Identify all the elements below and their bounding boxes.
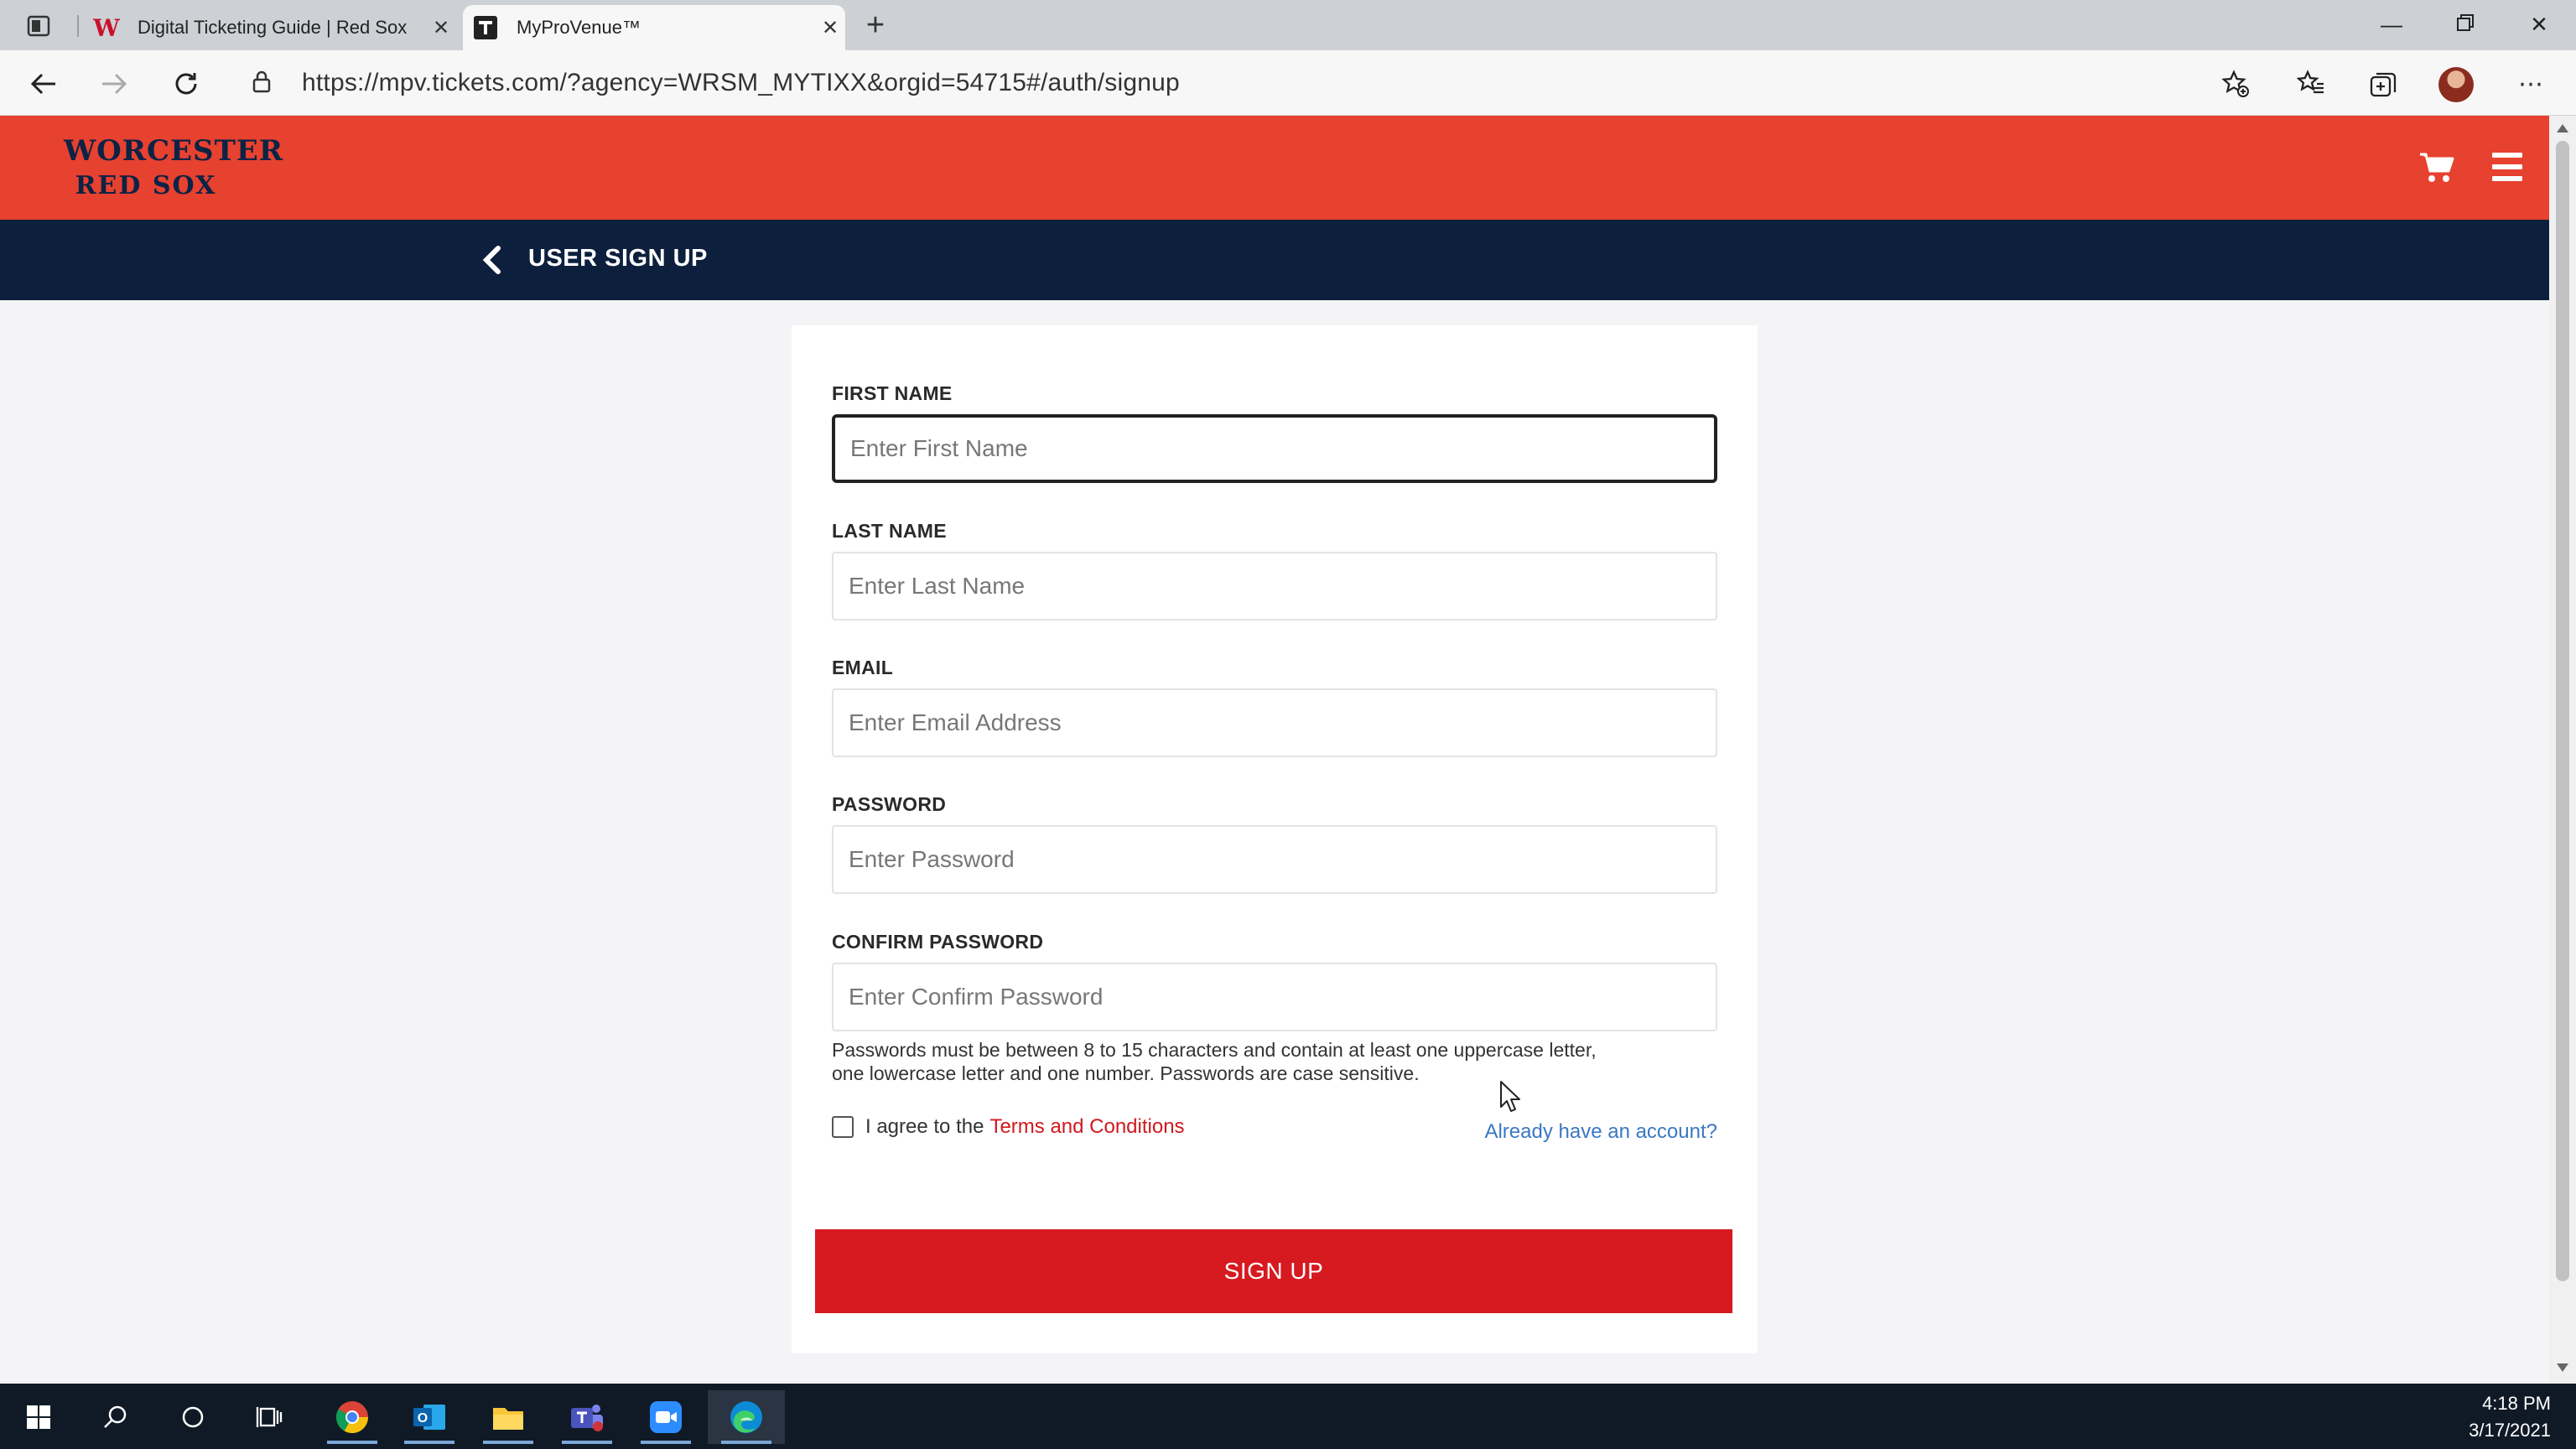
- agree-text: I agree to the: [865, 1115, 984, 1138]
- terms-link[interactable]: Terms and Conditions: [989, 1115, 1184, 1139]
- cart-icon[interactable]: [2418, 151, 2455, 184]
- password-help-line-1: Passwords must be between 8 to 15 charac…: [832, 1039, 1597, 1061]
- site-header: WORCESTER RED SOX: [0, 116, 2549, 220]
- already-have-account-link[interactable]: Already have an account?: [1484, 1120, 1717, 1144]
- scroll-up-arrow-icon[interactable]: [2557, 124, 2568, 132]
- file-explorer-icon[interactable]: [470, 1390, 547, 1444]
- tab-title: Digital Ticketing Guide | Red Sox: [138, 17, 408, 38]
- zoom-icon[interactable]: [627, 1390, 704, 1444]
- last-name-input[interactable]: [832, 552, 1717, 621]
- profile-avatar[interactable]: [2438, 67, 2474, 102]
- close-window-icon[interactable]: ✕: [2502, 5, 2576, 44]
- clock-time: 4:18 PM: [2482, 1393, 2551, 1414]
- task-view-icon[interactable]: [231, 1390, 309, 1444]
- mouse-cursor-icon: [1499, 1080, 1523, 1118]
- terms-checkbox[interactable]: [832, 1116, 854, 1138]
- password-label: PASSWORD: [832, 793, 947, 815]
- lock-icon[interactable]: [252, 69, 272, 98]
- sign-up-button[interactable]: SIGN UP: [815, 1229, 1732, 1313]
- page-title: USER SIGN UP: [528, 245, 708, 272]
- outlook-icon[interactable]: O: [391, 1390, 468, 1444]
- running-indicator: [721, 1441, 771, 1444]
- tab-separator: [77, 15, 79, 37]
- running-indicator: [562, 1441, 612, 1444]
- password-input[interactable]: [832, 825, 1717, 894]
- search-icon[interactable]: [77, 1390, 154, 1444]
- minimize-window-icon[interactable]: —: [2355, 5, 2428, 44]
- email-input[interactable]: [832, 688, 1717, 757]
- running-indicator: [641, 1441, 691, 1444]
- windows-taskbar: O 4:18 PM 3/17/2021: [0, 1384, 2576, 1449]
- scrollbar-thumb[interactable]: [2556, 141, 2569, 1281]
- new-tab-plus-icon[interactable]: +: [859, 8, 892, 42]
- hamburger-menu-icon[interactable]: [2492, 153, 2522, 181]
- svg-text:O: O: [418, 1411, 428, 1426]
- teams-icon[interactable]: [548, 1390, 626, 1444]
- tickets-t-favicon-icon: [473, 15, 498, 40]
- tab-title: MyProVenue™: [517, 17, 641, 38]
- first-name-input[interactable]: [832, 414, 1717, 483]
- chrome-icon[interactable]: [314, 1390, 391, 1444]
- clock-date: 3/17/2021: [2469, 1420, 2551, 1441]
- system-clock[interactable]: 4:18 PM 3/17/2021: [2469, 1390, 2551, 1444]
- edge-icon[interactable]: [708, 1390, 785, 1444]
- browser-tab-red-sox[interactable]: W Digital Ticketing Guide | Red Sox ✕: [84, 5, 456, 50]
- forward-arrow-icon[interactable]: [96, 65, 132, 102]
- running-indicator: [327, 1441, 377, 1444]
- browser-tab-myprovenue[interactable]: MyProVenue™ ✕: [463, 5, 845, 50]
- close-tab-icon[interactable]: ✕: [815, 16, 845, 40]
- first-name-label: FIRST NAME: [832, 382, 953, 404]
- back-arrow-icon[interactable]: [25, 65, 62, 102]
- running-indicator: [483, 1441, 533, 1444]
- running-indicator: [404, 1441, 454, 1444]
- favorites-icon[interactable]: [2293, 65, 2329, 102]
- red-sox-w-favicon-icon: W: [93, 13, 120, 42]
- confirm-password-label: CONFIRM PASSWORD: [832, 931, 1044, 953]
- logo-line-1: WORCESTER: [64, 134, 284, 168]
- windows-start-icon[interactable]: [0, 1390, 77, 1444]
- add-favorite-star-icon[interactable]: [2217, 65, 2254, 102]
- email-label: EMAIL: [832, 657, 894, 678]
- collections-icon[interactable]: [2365, 65, 2402, 102]
- settings-more-icon[interactable]: ⋯: [2512, 65, 2549, 102]
- browser-toolbar: https://mpv.tickets.com/?agency=WRSM_MYT…: [0, 50, 2576, 116]
- logo-line-2: RED SOX: [75, 171, 217, 200]
- close-tab-icon[interactable]: ✕: [426, 16, 456, 40]
- confirm-password-input[interactable]: [832, 963, 1717, 1031]
- scroll-down-arrow-icon[interactable]: [2557, 1363, 2568, 1372]
- terms-agreement: I agree to the Terms and Conditions: [832, 1115, 1185, 1139]
- worcester-red-sox-logo[interactable]: WORCESTER RED SOX: [64, 132, 284, 205]
- signup-form-card: FIRST NAME LAST NAME EMAIL PASSWORD CONF…: [792, 325, 1758, 1353]
- refresh-icon[interactable]: [168, 65, 205, 102]
- page-subheader: USER SIGN UP: [0, 220, 2549, 300]
- restore-window-icon[interactable]: [2428, 5, 2502, 44]
- cortana-icon[interactable]: [154, 1390, 231, 1444]
- address-bar-url[interactable]: https://mpv.tickets.com/?agency=WRSM_MYT…: [302, 69, 1180, 97]
- password-help-line-2: one lowercase letter and one number. Pas…: [832, 1062, 1420, 1084]
- browser-tab-strip: W Digital Ticketing Guide | Red Sox ✕ My…: [0, 0, 2576, 50]
- last-name-label: LAST NAME: [832, 520, 947, 542]
- tab-actions-icon[interactable]: [22, 12, 55, 40]
- password-requirements-text: Passwords must be between 8 to 15 charac…: [832, 1038, 1721, 1085]
- back-chevron-icon[interactable]: [480, 245, 505, 275]
